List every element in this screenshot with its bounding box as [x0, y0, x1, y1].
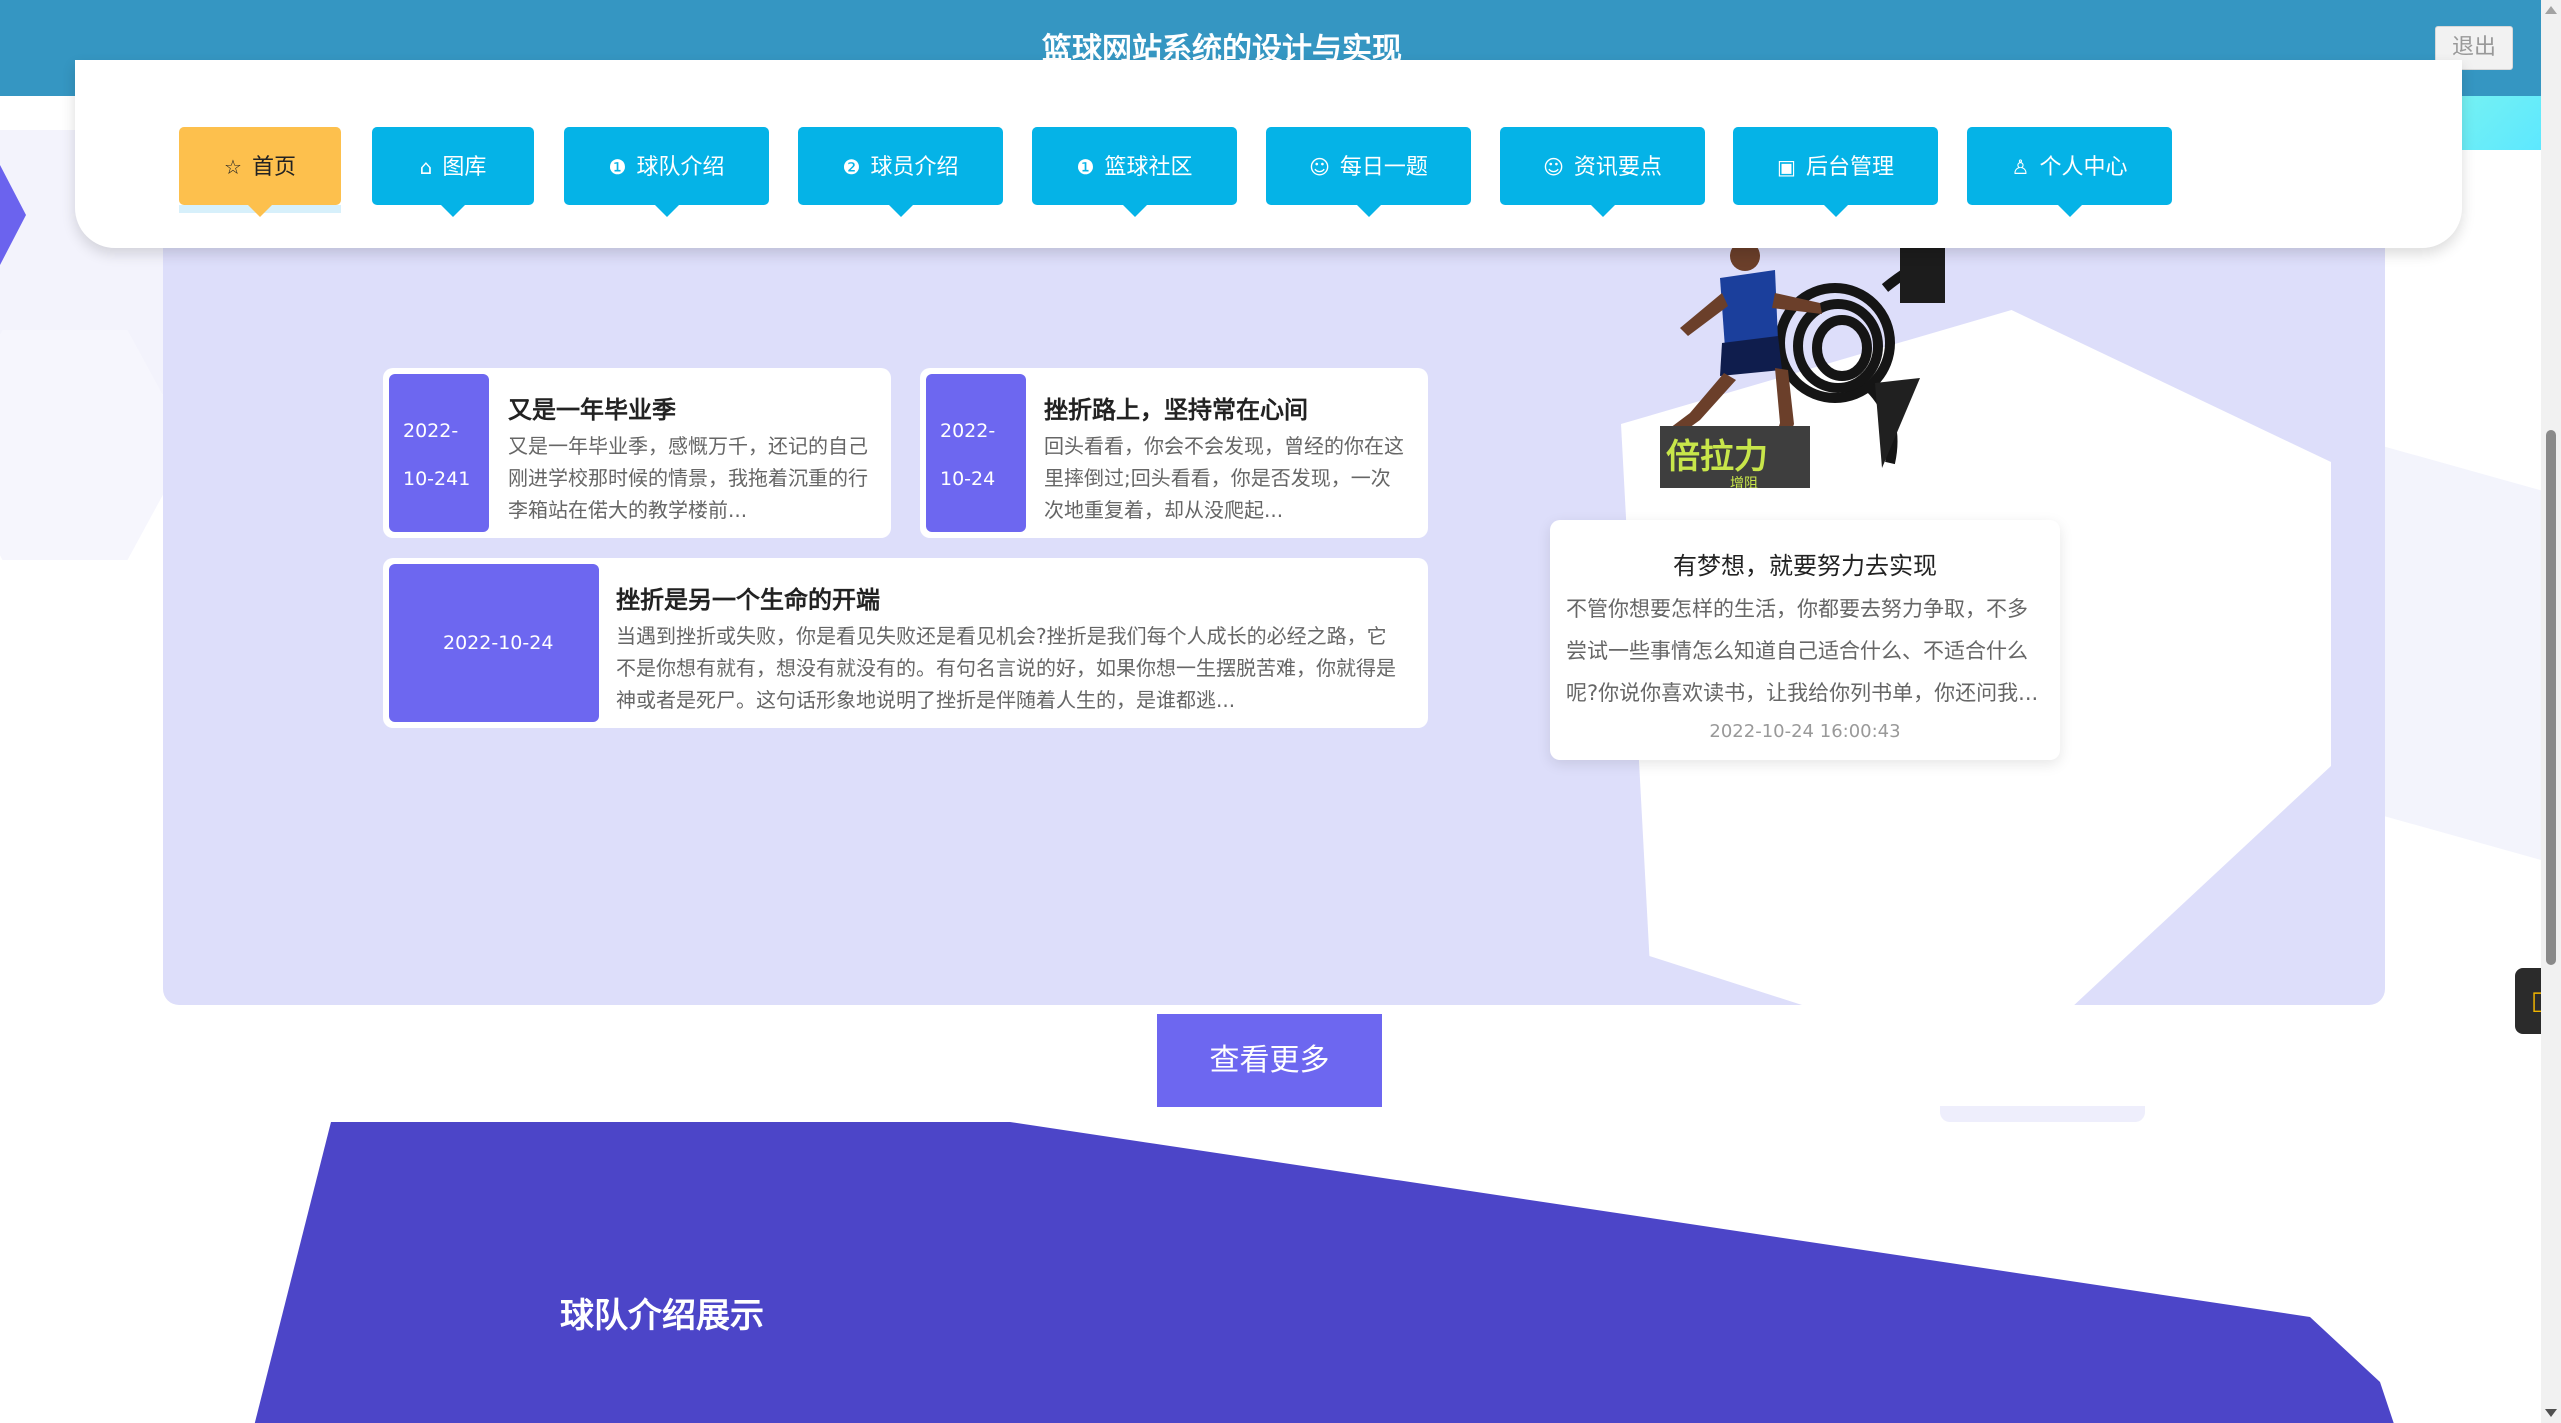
news-date-line: 2022-10-24	[443, 632, 554, 654]
nav-item-admin[interactable]: ▣ 后台管理	[1733, 127, 1938, 217]
nav-item-team-intro[interactable]: ❶ 球队介绍	[564, 127, 769, 217]
news-date-line: 2022-	[940, 420, 996, 442]
featured-image[interactable]: 倍拉力 增阻	[1660, 248, 1960, 488]
nav-item-label: 球队介绍	[636, 155, 725, 180]
page: 篮球网站系统的设计与实现 退出 2022- 10-241 又是一年毕业季 又是一…	[0, 0, 2561, 1423]
scroll-up-arrow-icon[interactable]	[2545, 6, 2557, 14]
nav-item-home[interactable]: ☆ 首页	[179, 127, 341, 217]
nav-item-community[interactable]: ❶ 篮球社区	[1032, 127, 1237, 217]
news-date: 2022- 10-24	[926, 374, 1026, 532]
nav-item-player-intro[interactable]: ❷ 球员介绍	[798, 127, 1003, 217]
image-caption: 倍拉力	[1666, 437, 1768, 477]
nav-item-label: 每日一题	[1339, 155, 1428, 180]
news-date-line: 10-241	[403, 468, 471, 490]
news-card[interactable]: 2022- 10-24 挫折路上，坚持常在心间 回头看看，你会不会发现，曾经的你…	[920, 368, 1428, 538]
nav-item-gallery[interactable]: ⌂ 图库	[372, 127, 534, 217]
team-section-title: 球队介绍展示	[560, 1296, 764, 1336]
news-date: 2022-10-24	[389, 564, 599, 722]
scroll-down-arrow-icon[interactable]	[2545, 1409, 2557, 1417]
team-section-background	[250, 1122, 2400, 1423]
news-excerpt: 当遇到挫折或失败，你是看见失败还是看见机会?挫折是我们每个人成长的必经之路，它不…	[616, 624, 1396, 712]
news-date-line: 10-24	[940, 468, 996, 490]
featured-timestamp: 2022-10-24 16:00:43	[1709, 721, 1901, 742]
nav-item-profile[interactable]: ♙ 个人中心	[1967, 127, 2172, 217]
news-date: 2022- 10-241	[389, 374, 489, 532]
featured-title[interactable]: 有梦想，就要努力去实现	[1550, 546, 2060, 581]
news-date-line: 2022-	[403, 420, 459, 442]
active-indicator	[179, 205, 341, 213]
nav-item-news[interactable]: ☺ 资讯要点	[1500, 127, 1705, 217]
nav-item-daily-question[interactable]: ☺ 每日一题	[1266, 127, 1471, 217]
question-circle-icon: ❷	[842, 155, 861, 179]
info-circle-icon: ❶	[608, 155, 627, 179]
main-navigation: ☆ 首页 ⌂ 图库 ❶ 球队介绍 ❷ 球员介绍 ❶ 篮球社区 ☺ 每日一题 ☺ 资讯要点 ▣ 后…	[75, 60, 2462, 248]
news-title[interactable]: 挫折路上，坚持常在心间	[1044, 390, 1308, 425]
nav-item-label: 首页	[251, 155, 296, 180]
featured-card[interactable]: 有梦想，就要努力去实现 不管你想要怎样的生活，你都要去努力争取，不多尝试一些事情…	[1550, 520, 2060, 760]
briefcase-icon: ▣	[1777, 155, 1796, 179]
user-icon: ♙	[2011, 155, 2030, 179]
nav-item-label: 资讯要点	[1573, 155, 1662, 180]
nav-item-label: 球员介绍	[870, 155, 959, 180]
news-card[interactable]: 2022-10-24 挫折是另一个生命的开端 当遇到挫折或失败，你是看见失败还是…	[383, 558, 1428, 728]
bag-icon: ⌂	[419, 155, 433, 179]
news-title[interactable]: 挫折是另一个生命的开端	[616, 580, 880, 615]
news-card[interactable]: 2022- 10-241 又是一年毕业季 又是一年毕业季，感慨万千，还记的自己刚…	[383, 368, 891, 538]
vertical-scrollbar[interactable]	[2541, 0, 2561, 1423]
nav-item-label: 后台管理	[1805, 155, 1894, 180]
star-icon: ☆	[224, 155, 242, 179]
athlete-training-illustration: 倍拉力 增阻	[1660, 248, 1945, 488]
view-more-button[interactable]: 查看更多	[1157, 1014, 1382, 1107]
image-subcaption: 增阻	[1730, 476, 1758, 488]
nav-item-label: 篮球社区	[1104, 155, 1193, 180]
news-title[interactable]: 又是一年毕业季	[508, 390, 676, 425]
smile-icon: ☺	[1309, 155, 1330, 179]
smile-circle-icon: ☺	[1543, 155, 1564, 179]
scrollbar-thumb[interactable]	[2546, 430, 2556, 965]
news-excerpt: 回头看看，你会不会发现，曾经的你在这里摔倒过;回头看看，你是否发现，一次次地重复…	[1044, 434, 1404, 522]
background-shape	[2361, 440, 2541, 860]
decorative-strip	[1940, 1106, 2145, 1122]
nav-item-label: 图库	[442, 155, 487, 180]
nav-item-label: 个人中心	[2039, 155, 2128, 180]
info-circle-icon: ❶	[1076, 155, 1095, 179]
featured-excerpt: 不管你想要怎样的生活，你都要去努力争取，不多尝试一些事情怎么知道自己适合什么、不…	[1566, 597, 2039, 705]
news-excerpt: 又是一年毕业季，感慨万千，还记的自己刚进学校那时候的情景，我拖着沉重的行李箱站在…	[508, 434, 868, 522]
